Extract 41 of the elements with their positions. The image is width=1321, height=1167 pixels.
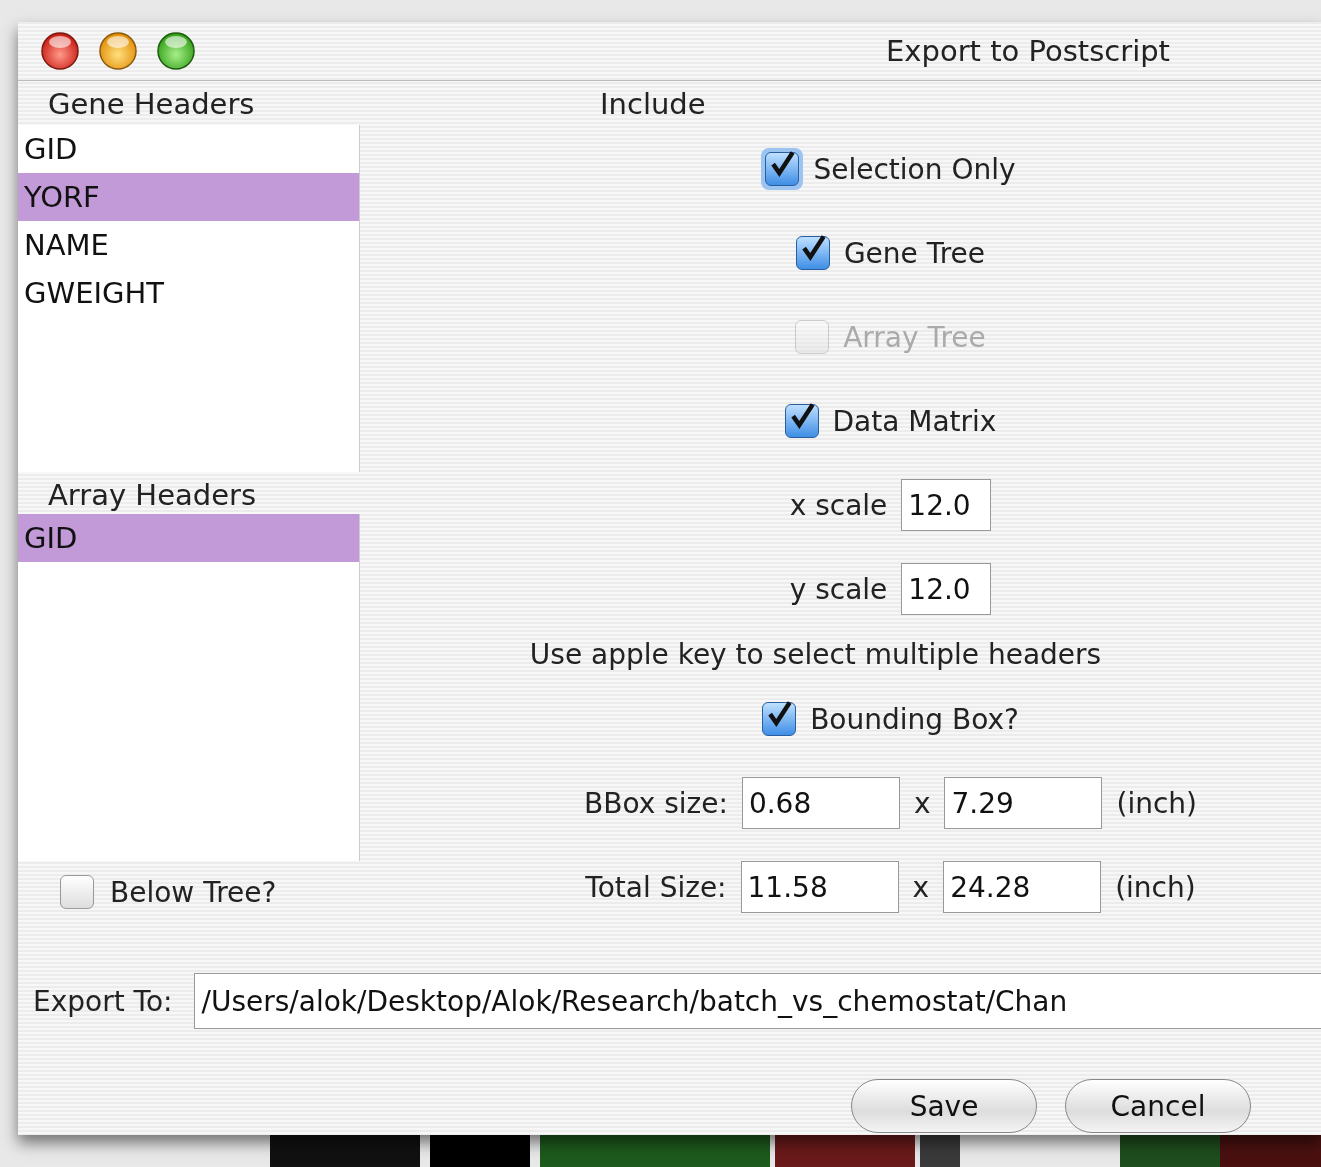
checkbox-label: Bounding Box?	[810, 702, 1019, 736]
input-field[interactable]: 24.28	[943, 861, 1102, 913]
list-heading: Gene Headers	[48, 87, 256, 121]
zoom-icon[interactable]	[156, 31, 196, 71]
checkbox-label: Selection Only	[813, 152, 1016, 186]
window-title: Export to Postscript	[886, 34, 1170, 68]
times-sign: x	[913, 786, 931, 820]
path-field[interactable]: /Users/alok/Desktop/Alok/Research/batch_vs_chemostat/Chan	[194, 973, 1321, 1029]
checkbox-label: Array Tree	[843, 320, 986, 354]
unit-label: (inch)	[1116, 786, 1197, 820]
times-sign: x	[912, 870, 930, 904]
field-label: BBox size:	[584, 786, 728, 820]
checkbox[interactable]	[795, 236, 830, 270]
input-field[interactable]: 7.29	[944, 777, 1103, 829]
unit-label: (inch)	[1115, 870, 1196, 904]
input-field[interactable]: 12.0	[901, 479, 992, 531]
minimize-icon[interactable]	[98, 31, 138, 71]
list-item[interactable]: GID	[18, 125, 359, 173]
checkbox-label: Below Tree?	[110, 875, 277, 909]
list-heading: Array Headers	[48, 478, 258, 512]
list-item[interactable]: GWEIGHT	[18, 269, 359, 317]
save-button[interactable]: Save	[851, 1079, 1037, 1133]
input-field[interactable]: 11.58	[740, 861, 899, 913]
checkbox[interactable]	[60, 875, 94, 909]
field-label: x scale	[789, 488, 888, 522]
input-field[interactable]: 0.68	[741, 777, 900, 829]
input-field[interactable]: 12.0	[901, 563, 992, 615]
section-heading: Include	[600, 87, 706, 123]
checkbox-label: Gene Tree	[843, 236, 986, 270]
list-item[interactable]: NAME	[18, 221, 359, 269]
close-icon[interactable]	[40, 31, 80, 71]
list-item[interactable]: GID	[18, 514, 359, 562]
field-label: y scale	[789, 572, 888, 606]
list-item[interactable]: YORF	[18, 173, 359, 221]
checkbox[interactable]	[784, 404, 819, 438]
checkbox-label: Data Matrix	[832, 404, 997, 438]
field-label: Total Size:	[585, 870, 727, 904]
field-label: Export To:	[33, 984, 173, 1018]
checkbox[interactable]	[762, 702, 797, 736]
hint-text: Use apple key to select multiple headers	[529, 637, 1102, 671]
cancel-button[interactable]: Cancel	[1065, 1079, 1251, 1133]
